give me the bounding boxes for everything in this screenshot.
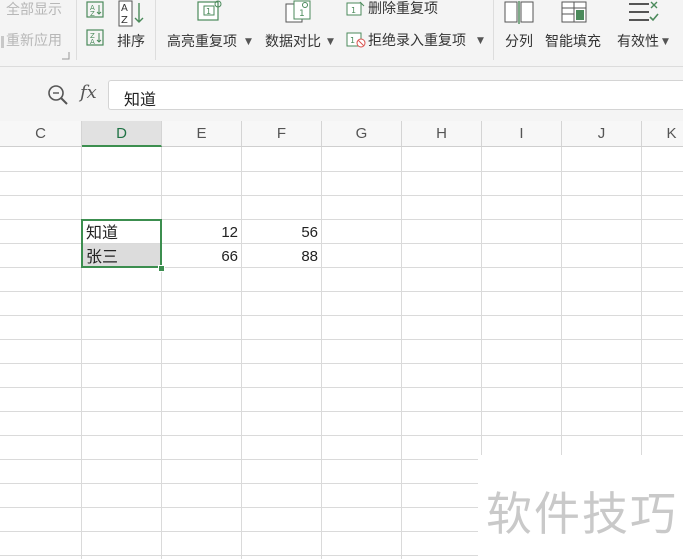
sort-descending-icon[interactable]: ZA <box>86 28 106 48</box>
grid-column-line <box>81 147 82 559</box>
grid-row-line <box>0 291 683 292</box>
svg-text:A: A <box>90 38 95 46</box>
sort-icon[interactable]: AZ <box>118 0 148 28</box>
svg-text:Z: Z <box>121 15 128 26</box>
grid-column-line <box>321 147 322 559</box>
dialog-launcher-icon[interactable] <box>62 52 70 60</box>
svg-text:1: 1 <box>351 6 356 15</box>
grid-row-line <box>0 339 683 340</box>
column-header-k[interactable]: K <box>642 121 683 147</box>
column-header-h[interactable]: H <box>402 121 482 147</box>
chevron-down-icon[interactable]: ▼ <box>477 36 484 46</box>
ribbon-separator <box>493 0 494 60</box>
highlight-duplicates-icon: 1 <box>196 0 224 24</box>
cell-e2[interactable]: 66 <box>162 245 238 269</box>
validity-icon <box>627 0 659 26</box>
chevron-down-icon[interactable]: ▼ <box>245 37 252 47</box>
grid-column-line <box>401 147 402 559</box>
reject-duplicates-icon: 1 <box>346 31 366 49</box>
smart-fill-button[interactable]: 智能填充 <box>545 33 601 51</box>
column-header-d[interactable]: D <box>82 121 162 147</box>
chevron-down-icon[interactable]: ▼ <box>327 37 334 47</box>
column-header-i[interactable]: I <box>482 121 562 147</box>
svg-text:1: 1 <box>206 7 211 16</box>
data-compare-icon: 1 <box>284 0 316 26</box>
remove-duplicates-button[interactable]: 删除重复项 <box>368 0 438 18</box>
split-button[interactable]: 分列 <box>505 33 533 51</box>
chevron-down-icon[interactable]: ▼ <box>662 37 669 47</box>
svg-text:1: 1 <box>299 9 305 19</box>
column-header-j[interactable]: J <box>562 121 642 147</box>
split-columns-icon <box>503 0 535 26</box>
cell-e1[interactable]: 12 <box>162 221 238 245</box>
grid-row-line <box>0 363 683 364</box>
column-header-f[interactable]: F <box>242 121 322 147</box>
cell-f1[interactable]: 56 <box>242 221 318 245</box>
data-compare-button[interactable]: 数据对比 <box>265 33 321 51</box>
highlight-duplicates-button[interactable]: 高亮重复项 <box>167 33 237 51</box>
sort-ascending-icon[interactable]: AZ <box>86 0 106 20</box>
selection-range <box>81 219 162 268</box>
grid-row-line <box>0 435 683 436</box>
grid-row-line <box>0 171 683 172</box>
smart-fill-icon <box>560 0 592 26</box>
zoom-icon[interactable] <box>47 84 69 106</box>
cell-f2[interactable]: 88 <box>242 245 318 269</box>
remove-duplicates-icon: 1 <box>346 1 366 17</box>
column-header-g[interactable]: G <box>322 121 402 147</box>
reapply-icon <box>1 36 6 48</box>
formula-input[interactable] <box>108 80 683 110</box>
validity-button[interactable]: 有效性 <box>617 33 659 51</box>
watermark: 软件技巧 <box>486 487 678 541</box>
grid-row-line <box>0 315 683 316</box>
fill-handle[interactable] <box>158 265 165 272</box>
show-all-button[interactable]: 全部显示 <box>6 1 62 19</box>
ribbon-separator <box>76 0 77 60</box>
grid-row-line <box>0 387 683 388</box>
svg-text:1: 1 <box>350 36 355 45</box>
ribbon-separator <box>155 0 156 60</box>
grid-column-line <box>241 147 242 559</box>
svg-text:Z: Z <box>90 10 95 18</box>
grid-column-line <box>161 147 162 559</box>
grid-row-line <box>0 195 683 196</box>
fx-icon[interactable]: fx <box>80 82 97 103</box>
column-header-e[interactable]: E <box>162 121 242 147</box>
formula-content: 知道 <box>124 90 157 109</box>
column-header-c[interactable]: C <box>0 121 82 147</box>
grid-row-line <box>0 411 683 412</box>
reapply-button[interactable]: 重新应用 <box>6 32 62 50</box>
sort-button[interactable]: 排序 <box>117 33 145 51</box>
svg-text:A: A <box>121 3 128 14</box>
reject-duplicates-button[interactable]: 拒绝录入重复项 <box>368 32 466 50</box>
